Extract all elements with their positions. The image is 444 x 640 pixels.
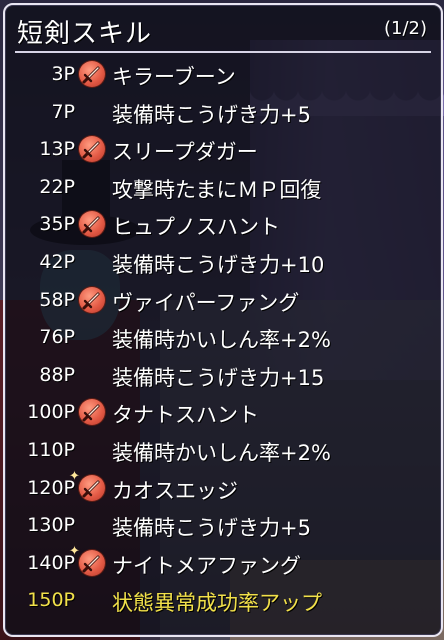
skill-name: 装備時かいしん率+2% [112, 328, 331, 353]
dagger-skill-icon [79, 61, 105, 87]
skill-name: 装備時こうげき力+5 [112, 516, 311, 541]
skill-name: スリープダガー [112, 140, 258, 165]
skill-name: カオスエッジ [112, 478, 238, 503]
skill-points: 88P [39, 363, 75, 386]
skill-name: タナトスハント [112, 403, 259, 428]
dagger-skill-icon [79, 211, 105, 238]
skill-row[interactable]: 88P 装備時こうげき力+15 [5, 358, 441, 396]
dagger-skill-icon [79, 474, 105, 501]
skill-row[interactable]: 22P 攻撃時たまにＭＰ回復 [5, 170, 441, 208]
skill-name: ヒュプノスハント [112, 215, 280, 240]
skill-row[interactable]: 7P 装備時こうげき力+5 [5, 95, 441, 133]
skill-name: ナイトメアファング [112, 553, 301, 578]
window-header: 短剣スキル (1/2) [5, 5, 441, 51]
skill-points: 42P [39, 250, 75, 273]
skill-points: 3P [51, 63, 75, 85]
skill-name: 状態異常成功率アップ [112, 591, 322, 616]
dagger-skill-icon [79, 549, 105, 576]
skill-row[interactable]: 35P ヒュプノスハント [5, 207, 441, 245]
skill-points: 22P [39, 175, 75, 198]
skill-points: 35P [39, 213, 75, 236]
skill-name: キラーブーン [112, 65, 236, 89]
skill-name: 装備時こうげき力+10 [112, 252, 325, 277]
skill-row[interactable]: 58P ヴァイパーファング [5, 283, 441, 321]
skill-row[interactable]: 3P キラーブーン [5, 57, 441, 95]
skill-row[interactable]: 76P 装備時かいしん率+2% [5, 320, 441, 358]
skill-points: 58P [39, 288, 75, 311]
skill-points: 13P [39, 138, 75, 161]
skill-row[interactable]: 130P 装備時こうげき力+5 [5, 508, 441, 546]
skill-name: 装備時かいしん率+2% [112, 440, 331, 465]
skill-row[interactable]: 42P 装備時こうげき力+10 [5, 245, 441, 283]
header-divider [15, 51, 431, 53]
skill-row[interactable]: 140P ✦ ナイトメアファング [5, 543, 441, 584]
skill-row[interactable]: 110P 装備時かいしん率+2% [5, 433, 441, 471]
skill-window: 短剣スキル (1/2) 3P キラーブーン 7P 装備時こうげき力+5 13P スリープダ… [3, 3, 443, 637]
skill-points: 150P [27, 589, 75, 612]
skill-row[interactable]: 120P ✦ カオスエッジ [5, 468, 441, 509]
dagger-skill-icon [79, 399, 105, 426]
dagger-skill-icon [79, 286, 105, 313]
sparkle-icon: ✦ [69, 543, 80, 559]
skill-name: 攻撃時たまにＭＰ回復 [112, 177, 322, 202]
skill-row[interactable]: 13P スリープダガー [5, 132, 441, 170]
skill-points: 100P [27, 401, 75, 424]
skill-points: 130P [27, 514, 75, 537]
sparkle-icon: ✦ [69, 468, 80, 484]
skill-name: 装備時こうげき力+5 [112, 102, 311, 127]
skill-row[interactable]: 100P タナトスハント [5, 395, 441, 433]
window-title: 短剣スキル [17, 19, 153, 49]
skill-points: 7P [51, 100, 75, 123]
skill-points: 140P [27, 551, 75, 574]
skill-points: 110P [27, 438, 75, 461]
skill-row[interactable]: 150P 状態異常成功率アップ [5, 583, 441, 621]
skill-points: 120P [27, 476, 75, 499]
skill-name: 装備時こうげき力+15 [112, 365, 325, 390]
skill-name: ヴァイパーファング [112, 290, 300, 315]
page-indicator[interactable]: (1/2) [384, 18, 427, 39]
skill-list: 3P キラーブーン 7P 装備時こうげき力+5 13P スリープダガー 22P 攻撃時たまにＭ… [5, 57, 441, 621]
skill-points: 76P [39, 326, 75, 349]
dagger-skill-icon [79, 136, 105, 163]
